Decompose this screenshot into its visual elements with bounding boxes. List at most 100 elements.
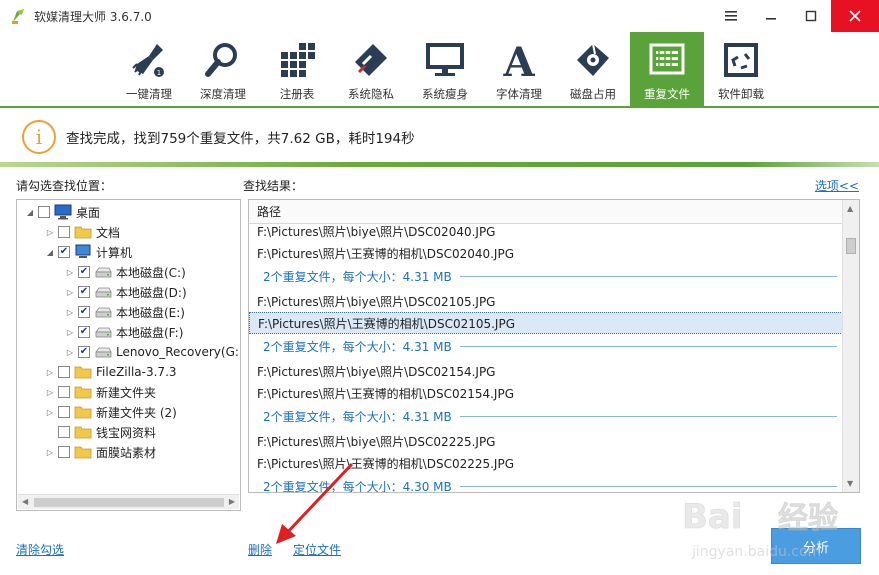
tree-checkbox[interactable]	[58, 366, 70, 378]
scroll-down-icon[interactable]: ▼	[847, 479, 853, 488]
tree-checkbox[interactable]: ✔	[78, 286, 90, 298]
tree-node-label: 本地磁盘(C:)	[116, 265, 186, 280]
file-row[interactable]: F:\Pictures\照片\biye\照片\DSC02105.JPG	[249, 290, 843, 312]
collapsed-arrow-icon	[45, 427, 55, 437]
group-summary: 2个重复文件，每个大小：4.31 MB	[263, 339, 452, 354]
tree-checkbox[interactable]	[38, 206, 50, 218]
collapsed-arrow-icon[interactable]: ▷	[45, 367, 55, 377]
tool-label: 深度清理	[200, 87, 246, 101]
file-row[interactable]: F:\Pictures\照片\biye\照片\DSC02154.JPG	[249, 360, 843, 382]
tree-node[interactable]: ▷ 文档	[45, 222, 120, 242]
locate-file-link[interactable]: 定位文件	[293, 541, 341, 558]
tree-node[interactable]: ▷ ✔ 本地磁盘(C:)	[65, 262, 186, 282]
magnifier-icon	[203, 40, 243, 80]
window-title: 软媒清理大师 3.6.7.0	[34, 9, 152, 24]
duplicate-group-header: 2个重复文件，每个大小：4.31 MB	[249, 334, 843, 358]
duplicate-group-header: 2个重复文件，每个大小：4.30 MB	[249, 474, 843, 492]
tree-checkbox[interactable]	[58, 446, 70, 458]
file-row[interactable]: F:\Pictures\照片\biye\照片\DSC02040.JPG	[249, 224, 843, 242]
tool-deep-clean[interactable]: 深度清理	[186, 32, 260, 106]
file-row[interactable]: F:\Pictures\照片\biye\照片\DSC02225.JPG	[249, 430, 843, 452]
tree-node[interactable]: ▷ 面膜站素材	[45, 442, 156, 462]
tree-checkbox[interactable]: ✔	[78, 346, 90, 358]
tree-node-label: 本地磁盘(E:)	[116, 305, 185, 320]
svg-text:A: A	[502, 40, 535, 80]
file-row[interactable]: F:\Pictures\照片\王赛博的相机\DSC02225.JPG	[249, 452, 843, 474]
expanded-arrow-icon[interactable]: ◢	[45, 247, 55, 257]
file-row[interactable]: F:\Pictures\照片\王赛博的相机\DSC02105.JPG	[249, 312, 843, 334]
analyze-button[interactable]: 分析	[771, 528, 861, 564]
path-column-header[interactable]: 路径	[249, 200, 843, 224]
tree-node-label: FileZilla-3.7.3	[96, 365, 177, 379]
tree-node[interactable]: ◢ 桌面	[25, 202, 100, 222]
tool-system-privacy[interactable]: 系统隐私	[334, 32, 408, 106]
folder-icon	[74, 224, 92, 240]
file-row[interactable]: F:\Pictures\照片\王赛博的相机\DSC02040.JPG	[249, 242, 843, 264]
duplicate-group-header: 2个重复文件，每个大小：4.31 MB	[249, 404, 843, 428]
minimize-button[interactable]	[751, 0, 791, 32]
tree-checkbox[interactable]: ✔	[78, 306, 90, 318]
tree-node[interactable]: ▷ 新建文件夹	[45, 382, 156, 402]
collapsed-arrow-icon[interactable]: ▷	[65, 347, 75, 357]
tree-node[interactable]: ◢ ✔ 计算机	[45, 242, 132, 262]
clear-selection-link[interactable]: 清除勾选	[16, 541, 64, 558]
scroll-left-icon[interactable]: ◀	[22, 497, 28, 506]
drive-icon	[94, 324, 112, 340]
menu-button[interactable]	[711, 0, 751, 32]
tree-checkbox[interactable]: ✔	[58, 246, 70, 258]
tool-duplicate-files[interactable]: 重复文件	[630, 32, 704, 106]
results-vertical-scrollbar[interactable]: ▲ ▼	[842, 200, 859, 492]
tree-checkbox[interactable]	[58, 386, 70, 398]
tool-uninstall[interactable]: 软件卸载	[704, 32, 778, 106]
registry-grid-icon	[277, 40, 317, 80]
tree-node[interactable]: ▷ FileZilla-3.7.3	[45, 362, 177, 382]
tree-checkbox[interactable]	[58, 226, 70, 238]
file-row[interactable]: F:\Pictures\照片\王赛博的相机\DSC02154.JPG	[249, 382, 843, 404]
collapsed-arrow-icon[interactable]: ▷	[65, 287, 75, 297]
tree-node[interactable]: ▷ ✔ 本地磁盘(F:)	[65, 322, 183, 342]
status-strip: i 查找完成，找到759个重复文件，共7.62 GB，耗时194秒	[0, 108, 879, 166]
group-divider	[459, 415, 837, 417]
options-link[interactable]: 选项<<	[815, 177, 859, 194]
collapsed-arrow-icon[interactable]: ▷	[45, 227, 55, 237]
maximize-button[interactable]	[791, 0, 831, 32]
tool-system-slim[interactable]: 系统瘦身	[408, 32, 482, 106]
tree-horizontal-scrollbar[interactable]: ◀ ▶	[18, 494, 239, 509]
tree-checkbox[interactable]: ✔	[78, 266, 90, 278]
file-path: F:\Pictures\照片\王赛博的相机\DSC02105.JPG	[258, 316, 516, 331]
window-controls	[711, 0, 879, 32]
collapsed-arrow-icon[interactable]: ▷	[45, 407, 55, 417]
collapsed-arrow-icon[interactable]: ▷	[45, 387, 55, 397]
tool-one-click-clean[interactable]: 1 一键清理	[112, 32, 186, 106]
scroll-thumb[interactable]	[846, 238, 856, 254]
scroll-thumb[interactable]	[34, 498, 224, 507]
tree-node[interactable]: ▷ ✔ Lenovo_Recovery(G:)	[65, 342, 240, 362]
collapsed-arrow-icon[interactable]: ▷	[65, 307, 75, 317]
duplicate-group-header: 2个重复文件，每个大小：4.31 MB	[249, 264, 843, 288]
results-list: 路径 F:\Pictures\照片\biye\照片\DSC02040.JPG F:…	[248, 199, 860, 493]
tree-node-label: 桌面	[76, 205, 101, 220]
tree-node-label: 新建文件夹	[96, 385, 157, 400]
tool-registry[interactable]: 注册表	[260, 32, 334, 106]
close-button[interactable]	[831, 0, 879, 32]
tree-checkbox[interactable]	[58, 426, 70, 438]
scroll-right-icon[interactable]: ▶	[229, 497, 235, 506]
tree-node[interactable]: ▷ 新建文件夹 (2)	[45, 402, 177, 422]
group-summary: 2个重复文件，每个大小：4.30 MB	[263, 479, 452, 493]
tree-checkbox[interactable]: ✔	[78, 326, 90, 338]
tool-label: 磁盘占用	[570, 87, 616, 101]
scroll-up-icon[interactable]: ▲	[847, 204, 853, 213]
collapsed-arrow-icon[interactable]: ▷	[65, 327, 75, 337]
tree-node[interactable]: ▷ ✔ 本地磁盘(E:)	[65, 302, 185, 322]
collapsed-arrow-icon[interactable]: ▷	[45, 447, 55, 457]
collapsed-arrow-icon[interactable]: ▷	[65, 267, 75, 277]
tree-node[interactable]: 钱宝网资料	[45, 422, 156, 442]
tree-checkbox[interactable]	[58, 406, 70, 418]
tree-node[interactable]: ▷ ✔ 本地磁盘(D:)	[65, 282, 187, 302]
group-summary: 2个重复文件，每个大小：4.31 MB	[263, 269, 452, 284]
tool-disk-usage[interactable]: 磁盘占用	[556, 32, 630, 106]
delete-link[interactable]: 删除	[248, 541, 272, 558]
computer-icon	[74, 244, 92, 260]
tool-font-clean[interactable]: A 字体清理	[482, 32, 556, 106]
expanded-arrow-icon[interactable]: ◢	[25, 207, 35, 217]
